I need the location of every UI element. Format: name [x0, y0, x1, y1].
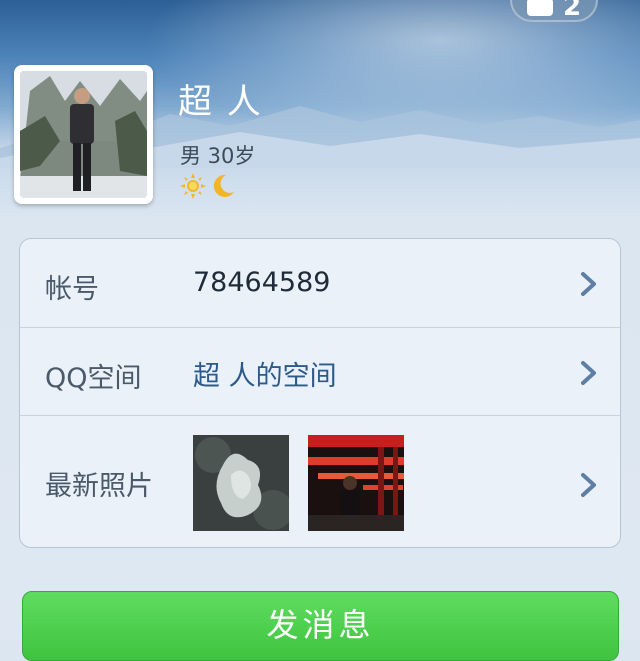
moon-icon	[213, 174, 234, 197]
qzone-link: 超 人的空间	[193, 361, 337, 392]
profile-name: 超 人	[178, 82, 263, 122]
send-message-button[interactable]: 发消息	[22, 591, 619, 661]
photo-thumbnail[interactable]	[193, 435, 289, 531]
chevron-right-icon	[581, 361, 596, 385]
online-status	[180, 173, 236, 199]
qzone-row[interactable]: QQ空间 超 人的空间	[20, 328, 620, 416]
account-value: 78464589	[193, 267, 331, 298]
like-count: 2	[562, 0, 582, 22]
account-label: 帐号	[45, 274, 99, 305]
sun-icon	[180, 173, 206, 199]
qzone-label: QQ空间	[45, 363, 142, 394]
account-row[interactable]: 帐号 78464589	[20, 239, 620, 328]
avatar[interactable]	[14, 65, 153, 204]
chevron-right-icon	[581, 473, 596, 497]
chevron-right-icon	[581, 272, 596, 296]
info-card: 帐号 78464589 QQ空间 超 人的空间 最新照片	[19, 238, 621, 548]
like-button[interactable]: 2	[510, 0, 598, 22]
photos-label: 最新照片	[45, 471, 153, 502]
gender-age: 男 30岁	[180, 144, 256, 168]
avatar-photo	[20, 71, 147, 198]
photos-row[interactable]: 最新照片	[20, 416, 620, 547]
thumbs-up-icon	[526, 0, 553, 16]
photo-thumbnail[interactable]	[308, 435, 404, 531]
